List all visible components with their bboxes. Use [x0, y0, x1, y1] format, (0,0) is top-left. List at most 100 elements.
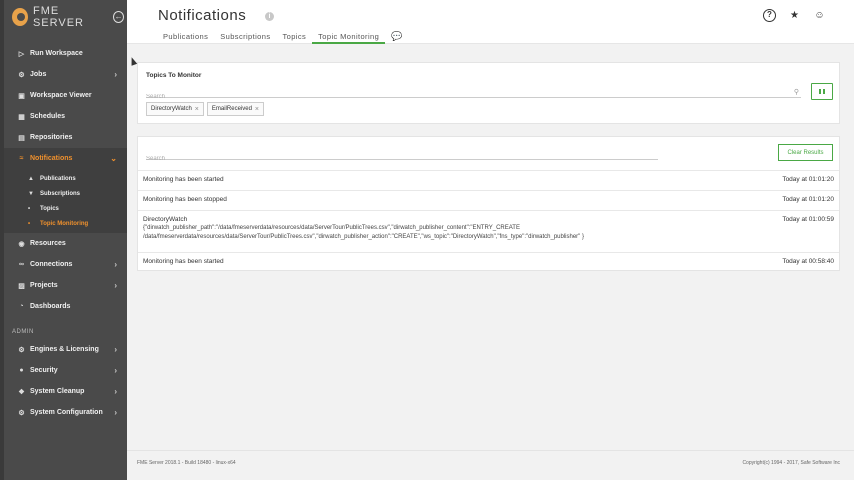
sidebar-item-label: System Cleanup: [30, 388, 85, 395]
briefcase-icon: ▨: [18, 282, 25, 290]
footer-version: FME Server 2018.1 - Build 18480 - linux-…: [137, 460, 236, 466]
sidebar-subitem-publications[interactable]: ▲ Publications: [4, 171, 127, 186]
results-list: Monitoring has been started Today at 01:…: [138, 170, 839, 272]
tab-topic-monitoring[interactable]: Topic Monitoring: [312, 30, 386, 44]
sidebar-item-notifications[interactable]: ≈ Notifications ⌄: [4, 148, 127, 169]
logo-text: FME SERVER: [32, 5, 85, 29]
rss-icon: ≈: [19, 155, 24, 162]
sidebar-nav: ▷ Run Workspace ⚙ Jobs › ▣ Workspace Vie…: [4, 43, 127, 423]
sidebar-subitem-topic-monitoring[interactable]: • Topic Monitoring: [4, 216, 127, 231]
tab-topics[interactable]: Topics: [276, 30, 312, 44]
topics-search-input[interactable]: [146, 91, 801, 100]
list-item: Monitoring has been started Today at 00:…: [138, 252, 839, 272]
result-message: Monitoring has been started: [143, 258, 224, 265]
upload-icon: ▲: [28, 175, 34, 182]
sidebar-item-workspace-viewer[interactable]: ▣ Workspace Viewer: [4, 85, 127, 106]
tab-publications[interactable]: Publications: [157, 30, 214, 44]
sidebar-item-label: Projects: [30, 282, 58, 289]
close-icon[interactable]: ×: [195, 106, 199, 113]
list-item: Monitoring has been started Today at 01:…: [138, 170, 839, 190]
database-icon: ◉: [18, 240, 25, 248]
sidebar: FME SERVER ← ▷ Run Workspace ⚙ Jobs › ▣ …: [0, 0, 127, 480]
result-message: DirectoryWatch: [143, 216, 188, 223]
sidebar-item-security[interactable]: ● Security ›: [4, 360, 127, 381]
chat-bubble-icon[interactable]: 💬: [385, 30, 409, 44]
monitoring-results-panel: Clear Results Monitoring has been starte…: [137, 136, 840, 271]
sidebar-item-label: Security: [30, 367, 58, 374]
result-message: Monitoring has been stopped: [143, 196, 227, 203]
link-icon: ∞: [19, 261, 24, 268]
topic-chip: EmailReceived ×: [206, 102, 265, 116]
admin-section-label: ADMIN: [12, 329, 34, 335]
help-icon[interactable]: ?: [763, 9, 776, 22]
sidebar-subitem-label: Publications: [40, 175, 76, 182]
sidebar-item-label: Jobs: [30, 71, 47, 78]
play-icon: ▷: [18, 50, 25, 58]
sidebar-item-repositories[interactable]: ▤ Repositories: [4, 127, 127, 148]
sidebar-item-label: Run Workspace: [30, 50, 83, 57]
sidebar-item-run-workspace[interactable]: ▷ Run Workspace: [4, 43, 127, 64]
sidebar-item-projects[interactable]: ▨ Projects ›: [4, 275, 127, 296]
chevron-right-icon: ›: [114, 281, 117, 290]
broom-icon: ❖: [18, 388, 25, 396]
sidebar-item-label: Resources: [30, 240, 66, 247]
topic-chip-label: DirectoryWatch: [151, 106, 192, 112]
mouse-cursor-icon: [128, 56, 138, 66]
clear-results-button[interactable]: Clear Results: [778, 144, 833, 161]
list-item: Monitoring has been stopped Today at 01:…: [138, 190, 839, 210]
footer-divider: [127, 450, 854, 451]
logo[interactable]: FME SERVER ←: [12, 5, 124, 29]
sidebar-item-label: Notifications: [30, 155, 73, 162]
sidebar-item-label: Workspace Viewer: [30, 92, 92, 99]
close-icon[interactable]: ×: [255, 106, 259, 113]
sidebar-item-schedules[interactable]: ▦ Schedules: [4, 106, 127, 127]
tab-subscriptions[interactable]: Subscriptions: [214, 30, 276, 44]
sidebar-subitem-label: Topics: [40, 205, 59, 212]
engine-icon: ⚙: [18, 346, 25, 354]
result-time: Today at 00:58:40: [782, 258, 834, 265]
lock-icon: ●: [19, 367, 24, 374]
page-title: Notifications: [158, 7, 247, 24]
search-icon: ⚲: [793, 89, 799, 96]
sidebar-item-engines-licensing[interactable]: ⚙ Engines & Licensing ›: [4, 339, 127, 360]
user-icon[interactable]: ☺: [813, 9, 826, 22]
header-icons: ? ★ ☺: [763, 9, 826, 22]
collapse-sidebar-icon[interactable]: ←: [113, 11, 124, 23]
gear-icon: ⚙: [18, 71, 25, 79]
sidebar-item-label: Dashboards: [30, 303, 71, 310]
topics-panel-title: Topics To Monitor: [146, 72, 202, 79]
sidebar-item-system-configuration[interactable]: ⚙ System Configuration ›: [4, 402, 127, 423]
topic-chip: DirectoryWatch ×: [146, 102, 204, 116]
chevron-right-icon: ›: [114, 387, 117, 396]
dot-icon: •: [28, 220, 31, 227]
sidebar-item-dashboards[interactable]: ◔ Dashboards: [4, 296, 127, 317]
sidebar-item-connections[interactable]: ∞ Connections ›: [4, 254, 127, 275]
result-time: Today at 01:01:20: [782, 176, 834, 183]
sidebar-item-jobs[interactable]: ⚙ Jobs ›: [4, 64, 127, 85]
notifications-subnav: ▲ Publications ▼ Subscriptions • Topics …: [4, 169, 127, 233]
chevron-right-icon: ›: [114, 408, 117, 417]
chevron-right-icon: ›: [114, 366, 117, 375]
topic-chip-label: EmailReceived: [211, 106, 252, 112]
sidebar-item-label: Connections: [30, 261, 73, 268]
sidebar-subitem-label: Subscriptions: [40, 190, 81, 197]
footer-copyright: Copyright(c) 1994 - 2017, Safe Software …: [742, 460, 840, 466]
sidebar-subitem-topics[interactable]: • Topics: [4, 201, 127, 216]
sidebar-item-resources[interactable]: ◉ Resources: [4, 233, 127, 254]
sidebar-subitem-subscriptions[interactable]: ▼ Subscriptions: [4, 186, 127, 201]
chevron-right-icon: ›: [114, 260, 117, 269]
results-search-input[interactable]: [146, 153, 658, 162]
star-icon[interactable]: ★: [788, 9, 801, 22]
info-icon[interactable]: i: [265, 12, 274, 21]
selected-topics: DirectoryWatch × EmailReceived ×: [146, 102, 265, 116]
chevron-right-icon: ›: [114, 345, 117, 354]
dashboard-icon: ◔: [19, 303, 24, 310]
results-search-wrap: [146, 147, 658, 162]
result-time: Today at 01:01:20: [782, 196, 834, 203]
book-icon: ▣: [18, 92, 25, 100]
list-item: DirectoryWatch Today at 01:00:59 {"dirwa…: [138, 210, 839, 252]
tab-bar: Publications Subscriptions Topics Topic …: [157, 30, 409, 44]
pause-icon: [822, 89, 825, 94]
sidebar-item-system-cleanup[interactable]: ❖ System Cleanup ›: [4, 381, 127, 402]
pause-monitoring-button[interactable]: [811, 83, 833, 100]
